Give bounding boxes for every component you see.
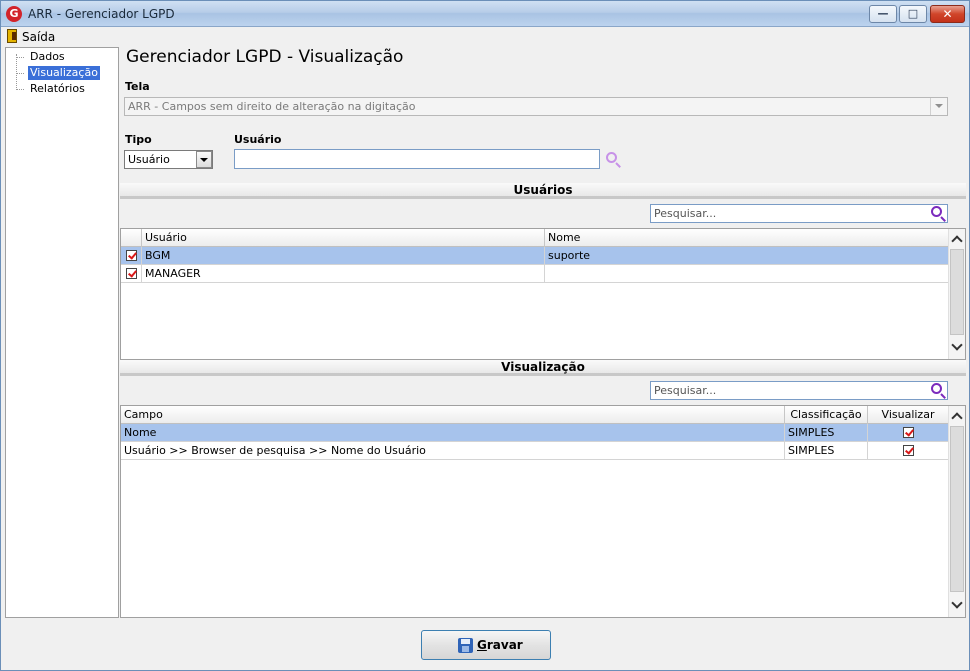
- screen-select: ARR - Campos sem direito de alteração na…: [124, 97, 948, 116]
- screen-label: Tela: [125, 80, 150, 93]
- app-logo-icon: G: [6, 6, 22, 22]
- users-search-icon[interactable]: [930, 205, 948, 223]
- type-select-dropdown[interactable]: [196, 151, 212, 168]
- maximize-button[interactable]: □: [899, 5, 927, 23]
- cell-field: Nome: [121, 424, 785, 442]
- user-label: Usuário: [234, 133, 282, 146]
- table-row[interactable]: Nome SIMPLES: [121, 424, 949, 442]
- row-checkbox[interactable]: [121, 247, 142, 265]
- cell-name: [545, 265, 949, 283]
- tree-connector: [16, 54, 17, 90]
- users-grid-header: Usuário Nome: [121, 229, 949, 247]
- cell-name: suporte: [545, 247, 949, 265]
- users-grid: Usuário Nome BGM suporte MANAGER: [120, 228, 966, 360]
- view-search-icon[interactable]: [930, 382, 948, 400]
- close-button[interactable]: ✕: [930, 5, 965, 23]
- cell-field: Usuário >> Browser de pesquisa >> Nome d…: [121, 442, 785, 460]
- checkbox-checked-icon[interactable]: [902, 426, 914, 438]
- view-section-header: Visualização: [120, 360, 966, 376]
- chevron-down-icon: [935, 104, 943, 108]
- users-col-check: [121, 229, 142, 247]
- page-title: Gerenciador LGPD - Visualização: [126, 47, 404, 67]
- app-window: G ARR - Gerenciador LGPD — □ ✕ Saída Dad…: [0, 0, 970, 671]
- scroll-up-icon[interactable]: [951, 412, 963, 424]
- checkbox-checked-icon[interactable]: [125, 267, 137, 279]
- view-grid: Campo Classificação Visualizar Nome SIMP…: [120, 405, 966, 618]
- cell-classification: SIMPLES: [785, 442, 868, 460]
- scroll-down-icon[interactable]: [951, 339, 963, 351]
- users-section-header: Usuários: [120, 183, 966, 199]
- type-label: Tipo: [125, 133, 152, 146]
- scroll-down-icon[interactable]: [951, 597, 963, 609]
- tree-item-dados[interactable]: Dados: [28, 50, 67, 64]
- floppy-disk-icon: [458, 638, 473, 653]
- table-row[interactable]: BGM suporte: [121, 247, 949, 265]
- view-search-input[interactable]: [650, 381, 948, 400]
- minimize-button[interactable]: —: [869, 5, 897, 23]
- title-bar[interactable]: G ARR - Gerenciador LGPD — □ ✕: [1, 1, 969, 27]
- checkbox-checked-icon[interactable]: [902, 444, 914, 456]
- tree-connector: [16, 73, 24, 74]
- maximize-icon: □: [907, 7, 919, 20]
- save-button-label: Gravar: [477, 638, 523, 652]
- screen-select-value: ARR - Campos sem direito de alteração na…: [128, 100, 416, 113]
- close-icon: ✕: [942, 7, 953, 21]
- view-scrollbar[interactable]: [948, 406, 965, 617]
- view-col-view[interactable]: Visualizar: [868, 406, 949, 424]
- scroll-up-icon[interactable]: [951, 235, 963, 247]
- view-col-classification[interactable]: Classificação: [785, 406, 868, 424]
- menu-exit[interactable]: Saída: [22, 30, 55, 44]
- minimize-icon: —: [877, 7, 889, 20]
- exit-door-icon[interactable]: [7, 29, 17, 43]
- scrollbar-thumb[interactable]: [950, 426, 964, 592]
- view-grid-header: Campo Classificação Visualizar: [121, 406, 949, 424]
- table-row[interactable]: MANAGER: [121, 265, 949, 283]
- checkbox-checked-icon[interactable]: [125, 249, 137, 261]
- tree-item-visualizacao[interactable]: Visualização: [28, 66, 100, 80]
- row-checkbox[interactable]: [121, 265, 142, 283]
- type-select-value: Usuário: [128, 153, 170, 166]
- window-title: ARR - Gerenciador LGPD: [28, 7, 175, 21]
- menu-bar: Saída: [1, 27, 969, 46]
- cell-view-checkbox[interactable]: [868, 442, 949, 460]
- users-search-input[interactable]: [650, 204, 948, 223]
- cell-view-checkbox[interactable]: [868, 424, 949, 442]
- tree-connector: [16, 89, 24, 90]
- chevron-down-icon: [200, 158, 208, 162]
- save-button[interactable]: Gravar: [421, 630, 551, 660]
- tree-connector: [16, 57, 24, 58]
- users-scrollbar[interactable]: [948, 229, 965, 359]
- table-row[interactable]: Usuário >> Browser de pesquisa >> Nome d…: [121, 442, 949, 460]
- type-select[interactable]: Usuário: [124, 150, 213, 169]
- navigation-tree: Dados Visualização Relatórios: [5, 47, 119, 618]
- scrollbar-thumb[interactable]: [950, 249, 964, 335]
- tree-item-relatorios[interactable]: Relatórios: [28, 82, 87, 96]
- users-col-name[interactable]: Nome: [545, 229, 949, 247]
- screen-select-dropdown: [930, 98, 947, 115]
- users-col-user[interactable]: Usuário: [142, 229, 545, 247]
- cell-user: MANAGER: [142, 265, 545, 283]
- view-col-field[interactable]: Campo: [121, 406, 785, 424]
- cell-user: BGM: [142, 247, 545, 265]
- user-input[interactable]: [234, 149, 600, 169]
- cell-classification: SIMPLES: [785, 424, 868, 442]
- user-search-icon[interactable]: [605, 151, 623, 169]
